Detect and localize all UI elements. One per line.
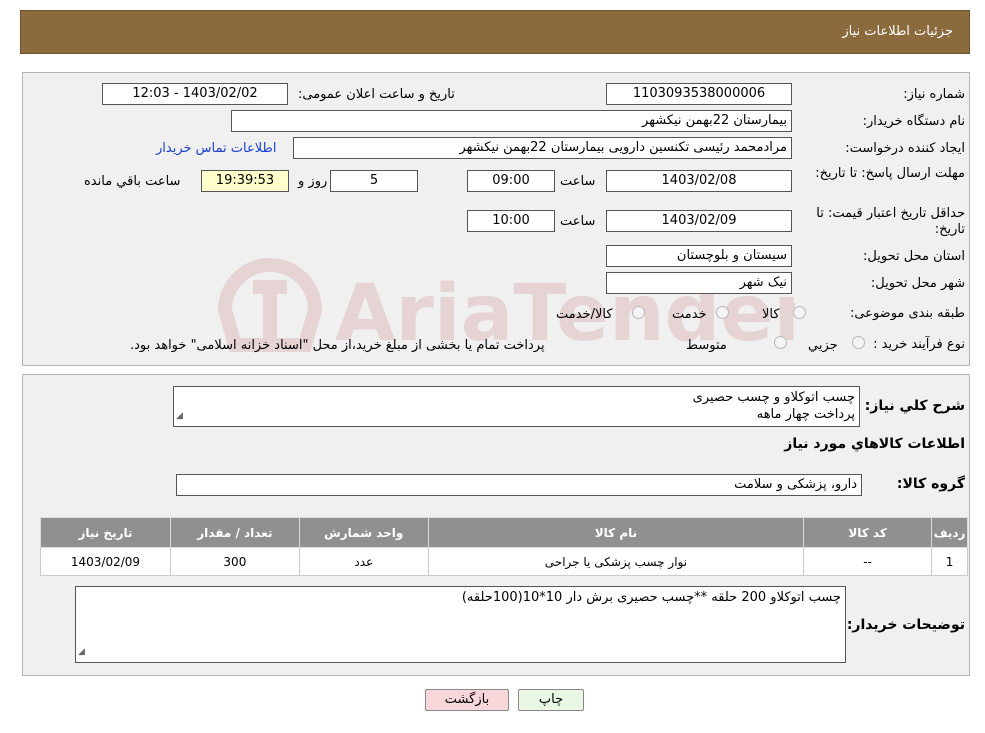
resize-grip-icon[interactable]: ◢ [176,408,183,425]
col-unit: واحد شمارش [298,517,429,548]
col-qty: تعداد / مقدار [169,517,300,548]
category-label: طبقه بندی موضوعی: [849,306,965,321]
category-option-goods: کالا [762,307,780,322]
need-number-field[interactable]: 1103093538000006 [606,83,792,105]
province-label: استان محل تحویل: [863,249,965,264]
buyer-org-field[interactable]: بیمارستان 22بهمن نیکشهر [231,110,792,132]
table-header-row: رديف کد کالا نام کالا واحد شمارش تعداد /… [40,517,968,548]
requester-label: ایجاد کننده درخواست: [845,141,965,156]
category-radio-goods[interactable] [793,306,806,319]
process-option-medium: متوسط [686,338,727,353]
city-field[interactable]: نیک شهر [606,272,792,294]
col-row: رديف [931,517,968,548]
description-label: شرح کلي نياز: [864,398,965,414]
process-radio-minor[interactable] [852,336,865,349]
deadline-label: مهلت ارسال پاسخ: تا تاریخ: [815,166,965,181]
page-header: جزئیات اطلاعات نیاز [20,10,970,54]
cell-unit: عدد [298,547,429,576]
goods-group-field[interactable]: دارو، پزشکی و سلامت [176,474,862,496]
days-remaining-field[interactable]: 5 [330,170,418,192]
col-code: کد کالا [803,517,933,548]
remaining-label: ساعت باقي مانده [84,174,181,189]
validity-time-field[interactable]: 10:00 [467,210,555,232]
cell-date: 1403/02/09 [40,547,171,576]
city-label: شهر محل تحویل: [870,276,965,291]
goods-table: رديف کد کالا نام کالا واحد شمارش تعداد /… [40,517,968,576]
category-radio-goods-service[interactable] [632,306,645,319]
col-date: تاریخ نیاز [40,517,171,548]
col-name: نام کالا [427,517,805,548]
table-row[interactable]: 1 -- نوار چسب پزشکی یا جراحی عدد 300 140… [40,547,968,576]
goods-info-title: اطلاعات کالاهاي مورد نياز [784,436,965,452]
requester-field[interactable]: مرادمحمد رئیسی تکنسین دارویی بیمارستان 2… [293,137,792,159]
remaining-time-field[interactable]: 19:39:53 [201,170,289,192]
validity-time-label: ساعت [560,214,596,229]
validity-date-field[interactable]: 1403/02/09 [606,210,792,232]
category-option-goods-service: کالا/خدمت [556,307,613,322]
days-label: روز و [298,174,328,189]
description-textarea[interactable]: چسب اتوکلاو و چسب حصیری پرداخت چهار ماهه… [173,386,860,427]
description-line-1: چسب اتوکلاو و چسب حصیری [692,390,855,405]
validity-label: حداقل تاریخ اعتبار قیمت: تا تاریخ: [816,206,965,237]
cell-row: 1 [931,547,968,576]
category-option-service: خدمت [672,307,707,322]
need-number-label: شماره نیاز: [903,87,965,102]
province-field[interactable]: سیستان و بلوچستان [606,245,792,267]
process-option-minor: جزيي [808,338,838,353]
deadline-date-field[interactable]: 1403/02/08 [606,170,792,192]
cell-code: -- [803,547,933,576]
description-line-2: پرداخت چهار ماهه [756,407,855,422]
cell-name: نوار چسب پزشکی یا جراحی [427,547,805,576]
page-title: جزئیات اطلاعات نیاز [842,24,953,39]
process-note: پرداخت تمام یا بخشی از مبلغ خرید،از محل … [130,338,545,353]
announce-label: تاریخ و ساعت اعلان عمومی: [298,87,455,102]
buyer-notes-label: توضیحات خریدار: [846,617,965,633]
goods-group-label: گروه کالا: [896,476,965,492]
buyer-contact-link[interactable]: اطلاعات تماس خریدار [156,141,276,156]
buyer-org-label: نام دستگاه خریدار: [862,114,965,129]
process-label: نوع فرآیند خرید : [873,337,965,352]
back-button[interactable]: بازگشت [425,689,509,711]
process-radio-medium[interactable] [774,336,787,349]
resize-grip-icon[interactable]: ◢ [78,644,85,661]
deadline-time-label: ساعت [560,174,596,189]
buyer-notes-text: چسب اتوکلاو 200 حلقه **چسب حصیری برش دار… [461,590,841,605]
deadline-time-field[interactable]: 09:00 [467,170,555,192]
print-button[interactable]: چاپ [518,689,584,711]
category-radio-service[interactable] [716,306,729,319]
buyer-notes-textarea[interactable]: چسب اتوکلاو 200 حلقه **چسب حصیری برش دار… [75,586,846,663]
cell-qty: 300 [169,547,300,576]
announce-datetime-field[interactable]: 1403/02/02 - 12:03 [102,83,288,105]
